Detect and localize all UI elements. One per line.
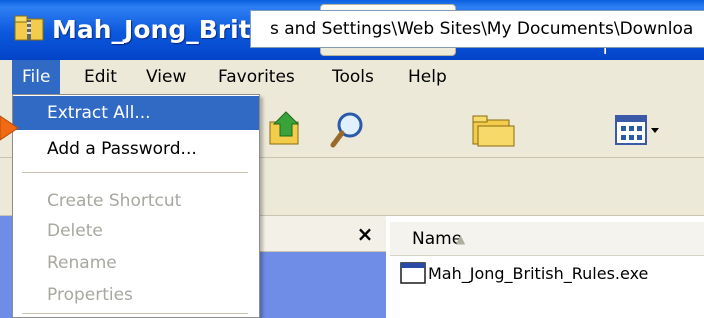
menu-bar: File Edit View Favorites Tools Help: [0, 60, 704, 94]
menu-edit[interactable]: Edit: [74, 60, 127, 94]
menu-item-properties: Properties: [47, 285, 133, 305]
file-name: Mah_Jong_British_Rules.exe: [428, 264, 649, 283]
views-icon[interactable]: [614, 114, 662, 146]
menu-view[interactable]: View: [136, 60, 196, 94]
folders-icon[interactable]: [470, 110, 516, 150]
exe-file-icon: [400, 262, 426, 284]
column-header-name[interactable]: Name: [412, 222, 462, 256]
sort-ascending-icon: ▲: [456, 232, 466, 246]
search-icon: [330, 112, 363, 148]
zip-folder-icon: [14, 15, 44, 41]
menu-item-delete: Delete: [47, 221, 103, 241]
menu-help[interactable]: Help: [398, 60, 457, 94]
pointer-arrow-icon: [0, 115, 19, 141]
menu-favorites[interactable]: Favorites: [208, 60, 305, 94]
menu-item-rename: Rename: [47, 253, 117, 273]
menu-separator: [22, 313, 248, 314]
menu-tools[interactable]: Tools: [322, 60, 384, 94]
close-pane-button[interactable]: ×: [350, 216, 380, 252]
menu-item-extract-all[interactable]: Extract All...: [13, 96, 259, 130]
up-folder-icon[interactable]: [268, 108, 304, 148]
address-text: s and Settings\Web Sites\My Documents\Do…: [270, 19, 694, 39]
menu-separator: [22, 172, 248, 173]
menu-file[interactable]: File: [12, 60, 61, 94]
menu-item-create-shortcut: Create Shortcut: [47, 191, 182, 211]
menu-item-add-password[interactable]: Add a Password...: [13, 132, 259, 166]
